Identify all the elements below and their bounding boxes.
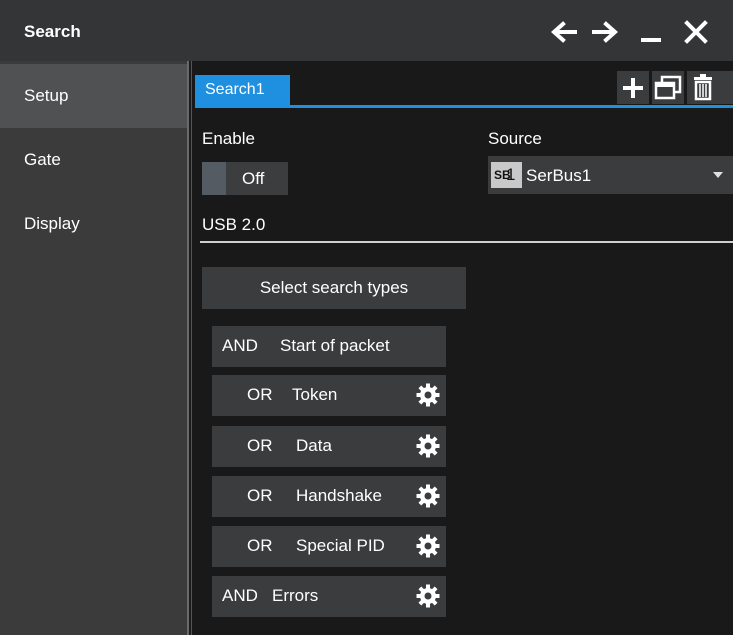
sidebar-divider	[187, 61, 189, 635]
close-icon[interactable]	[680, 18, 712, 46]
enable-label: Enable	[202, 129, 255, 148]
serbus-badge: SB 1	[491, 162, 522, 188]
source-select[interactable]: SB 1 SerBus1	[488, 156, 733, 194]
tab-search1[interactable]: Search1	[195, 75, 290, 105]
gear-icon[interactable]	[416, 383, 440, 407]
condition-operator: AND	[222, 586, 258, 605]
toggle-state: Off	[242, 169, 265, 188]
chevron-down-icon	[713, 172, 723, 178]
badge-index: 1	[506, 165, 516, 184]
sidebar-item-gate[interactable]: Gate	[0, 128, 187, 192]
condition-row-data[interactable]: OR Data	[212, 426, 446, 467]
delete-tab-button[interactable]	[687, 71, 733, 104]
condition-operator: OR	[247, 536, 273, 555]
condition-name: Start of packet	[280, 336, 390, 355]
select-search-types-button[interactable]: Select search types	[202, 267, 466, 309]
gear-icon[interactable]	[416, 434, 440, 458]
gear-icon[interactable]	[416, 484, 440, 508]
gear-icon[interactable]	[416, 584, 440, 608]
window-title: Search	[24, 22, 81, 41]
condition-row-handshake[interactable]: OR Handshake	[212, 476, 446, 517]
sidebar-item-label: Display	[24, 214, 80, 233]
source-label: Source	[488, 129, 542, 148]
enable-toggle[interactable]: Off	[202, 162, 288, 195]
back-arrow-icon[interactable]	[547, 18, 579, 46]
tab-underline	[195, 105, 733, 108]
add-tab-button[interactable]	[617, 71, 649, 104]
condition-name: Handshake	[296, 486, 383, 505]
condition-name: Errors	[272, 586, 319, 605]
forward-arrow-icon[interactable]	[590, 18, 622, 46]
tab-strip: Search1	[192, 61, 733, 109]
title-bar: Search	[0, 0, 733, 61]
tab-label: Search1	[205, 81, 265, 98]
condition-name: Special PID	[296, 536, 385, 555]
condition-row-token[interactable]: OR Token	[212, 375, 446, 416]
minimize-icon[interactable]	[636, 18, 668, 46]
source-value: SerBus1	[526, 166, 592, 185]
sidebar-item-label: Setup	[24, 86, 69, 105]
trash-icon	[694, 74, 712, 101]
button-label: Select search types	[259, 278, 409, 297]
sidebar-item-display[interactable]: Display	[0, 192, 187, 256]
condition-operator: OR	[247, 436, 273, 455]
copy-tab-button[interactable]	[652, 71, 684, 104]
condition-row-start-of-packet[interactable]: AND Start of packet	[212, 326, 446, 367]
condition-row-special-pid[interactable]: OR Special PID	[212, 526, 446, 567]
condition-name: Data	[296, 436, 332, 455]
gear-icon[interactable]	[416, 534, 440, 558]
sidebar-item-setup[interactable]: Setup	[0, 64, 187, 128]
condition-operator: OR	[247, 486, 273, 505]
protocol-label: USB 2.0	[202, 215, 266, 234]
section-divider	[200, 241, 733, 243]
plus-icon	[623, 78, 643, 98]
sidebar: Setup Gate Display	[0, 61, 187, 635]
sidebar-item-label: Gate	[24, 150, 61, 169]
condition-row-errors[interactable]: AND Errors	[212, 576, 446, 617]
toggle-knob	[202, 162, 226, 195]
condition-operator: AND	[222, 336, 258, 355]
setup-panel: Search1 Enable Off Source SB 1 SerBus1 U…	[192, 61, 733, 635]
condition-name: Token	[292, 385, 338, 404]
condition-operator: OR	[247, 385, 273, 404]
copy-icon	[654, 75, 682, 100]
